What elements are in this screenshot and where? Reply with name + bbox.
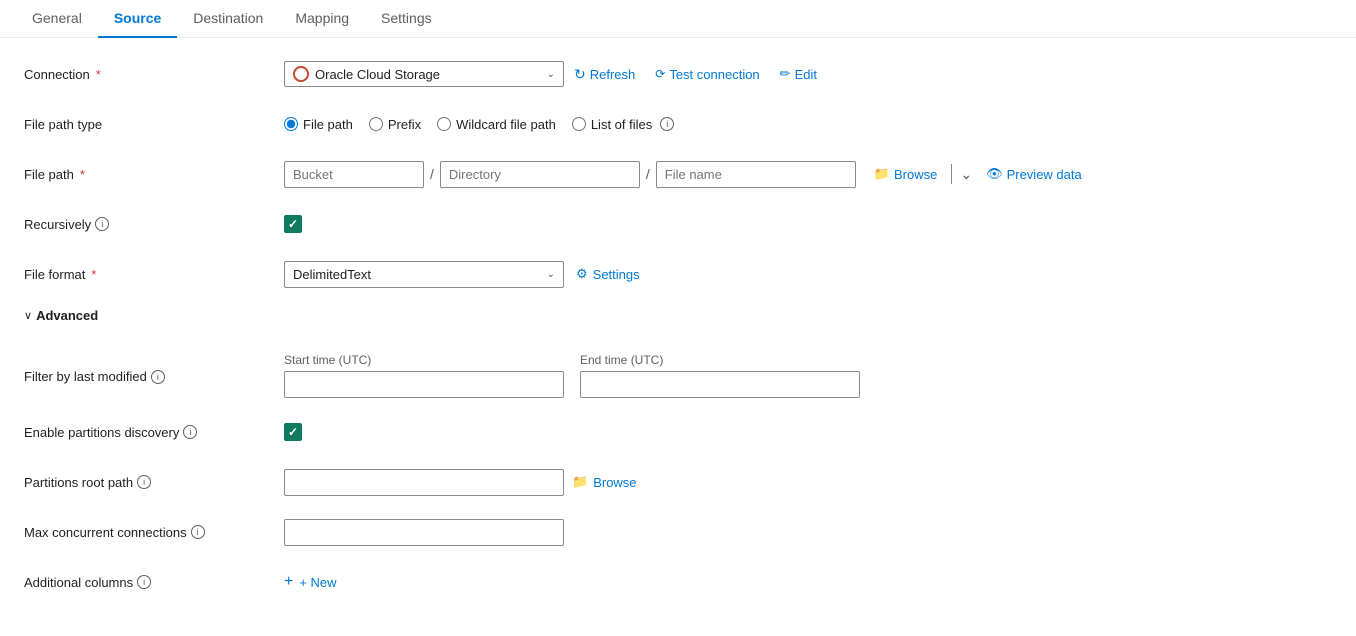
- partitions-info-icon[interactable]: i: [183, 425, 197, 439]
- plus-icon: +: [284, 573, 293, 591]
- partitions-root-path-input[interactable]: [284, 469, 564, 496]
- new-column-button[interactable]: + + New: [284, 573, 337, 591]
- advanced-toggle[interactable]: ∨ Advanced: [24, 308, 1332, 323]
- edit-button[interactable]: ✏ Edit: [770, 62, 827, 86]
- test-icon: ⟳: [655, 67, 665, 81]
- enable-partitions-checkbox[interactable]: [284, 423, 302, 441]
- end-time-input[interactable]: [580, 371, 860, 398]
- tab-source[interactable]: Source: [98, 0, 177, 38]
- filter-info-icon[interactable]: i: [151, 370, 165, 384]
- radio-prefix[interactable]: Prefix: [369, 117, 421, 132]
- partitions-root-path-row: Partitions root path i 📁 Browse: [24, 466, 1332, 498]
- browse-button[interactable]: 📁 Browse: [864, 162, 948, 186]
- refresh-button[interactable]: ↻ Refresh: [564, 62, 645, 87]
- filter-control: Start time (UTC) End time (UTC): [284, 345, 1332, 398]
- advanced-chevron-icon: ∨: [24, 309, 32, 322]
- file-format-control: DelimitedText ⌄ ⚙ Settings: [284, 261, 1332, 288]
- filename-input[interactable]: [656, 161, 856, 188]
- edit-icon: ✏: [780, 66, 791, 82]
- radio-group: File path Prefix Wildcard file path List…: [284, 117, 674, 132]
- additional-columns-info-icon[interactable]: i: [137, 575, 151, 589]
- file-path-type-row: File path type File path Prefix Wildcard…: [24, 108, 1332, 140]
- filter-by-last-modified-row: Filter by last modified i Start time (UT…: [24, 341, 1332, 398]
- recursively-label: Recursively i: [24, 217, 284, 232]
- format-chevron-icon: ⌄: [547, 269, 555, 280]
- start-time-field: Start time (UTC): [284, 353, 564, 398]
- start-time-label: Start time (UTC): [284, 353, 564, 367]
- max-concurrent-row: Max concurrent connections i: [24, 516, 1332, 548]
- refresh-icon: ↻: [574, 66, 586, 83]
- file-format-row: File format * DelimitedText ⌄ ⚙ Settings: [24, 258, 1332, 290]
- bucket-input[interactable]: [284, 161, 424, 188]
- additional-columns-control: + + New: [284, 573, 1332, 591]
- path-sep-2: /: [646, 166, 650, 182]
- partitions-browse-button[interactable]: 📁 Browse: [572, 474, 637, 490]
- connection-dropdown[interactable]: Oracle Cloud Storage ⌄: [284, 61, 564, 87]
- chevron-browse-icon[interactable]: ⌄: [960, 166, 972, 183]
- divider: [951, 164, 952, 184]
- file-path-label: File path *: [24, 167, 284, 182]
- max-concurrent-label: Max concurrent connections i: [24, 525, 284, 540]
- start-time-input[interactable]: [284, 371, 564, 398]
- list-of-files-info-icon[interactable]: i: [660, 117, 674, 131]
- file-path-type-label: File path type: [24, 117, 284, 132]
- enable-partitions-control: [284, 423, 1332, 441]
- file-path-group: / /: [284, 161, 856, 188]
- connection-control: Oracle Cloud Storage ⌄ ↻ Refresh ⟳ Test …: [284, 61, 1332, 87]
- radio-file-path[interactable]: File path: [284, 117, 353, 132]
- settings-icon: ⚙: [576, 266, 588, 282]
- enable-partitions-label: Enable partitions discovery i: [24, 425, 284, 440]
- additional-columns-label: Additional columns i: [24, 575, 284, 590]
- recursively-row: Recursively i: [24, 208, 1332, 240]
- max-concurrent-control: [284, 519, 1332, 546]
- partitions-browse-icon: 📁: [572, 474, 588, 490]
- recursively-control: [284, 215, 1332, 233]
- preview-icon: 👁: [986, 166, 1003, 182]
- tab-bar: General Source Destination Mapping Setti…: [0, 0, 1356, 38]
- radio-wildcard[interactable]: Wildcard file path: [437, 117, 556, 132]
- oracle-icon: [293, 66, 309, 82]
- file-format-dropdown[interactable]: DelimitedText ⌄: [284, 261, 564, 288]
- directory-input[interactable]: [440, 161, 640, 188]
- end-time-field: End time (UTC): [580, 353, 860, 398]
- file-format-label: File format *: [24, 267, 284, 282]
- connection-row: Connection * Oracle Cloud Storage ⌄ ↻ Re…: [24, 58, 1332, 90]
- source-panel: Connection * Oracle Cloud Storage ⌄ ↻ Re…: [0, 38, 1356, 636]
- path-sep-1: /: [430, 166, 434, 182]
- radio-list-of-files[interactable]: List of files i: [572, 117, 674, 132]
- tab-mapping[interactable]: Mapping: [279, 0, 365, 38]
- filter-grid: Start time (UTC) End time (UTC): [284, 353, 860, 398]
- file-path-control: / / 📁 Browse ⌄ 👁 Preview data: [284, 161, 1332, 188]
- filter-by-last-modified-label: Filter by last modified i: [24, 345, 284, 384]
- tab-settings[interactable]: Settings: [365, 0, 448, 38]
- recursively-checkbox[interactable]: [284, 215, 302, 233]
- additional-columns-row: Additional columns i + + New: [24, 566, 1332, 598]
- max-concurrent-input[interactable]: [284, 519, 564, 546]
- recursively-info-icon[interactable]: i: [95, 217, 109, 231]
- partitions-root-path-control: 📁 Browse: [284, 469, 1332, 496]
- end-time-label: End time (UTC): [580, 353, 860, 367]
- partitions-root-path-label: Partitions root path i: [24, 475, 284, 490]
- browse-icon: 📁: [874, 166, 890, 182]
- tab-destination[interactable]: Destination: [177, 0, 279, 38]
- format-settings-button[interactable]: ⚙ Settings: [576, 266, 640, 282]
- test-connection-button[interactable]: ⟳ Test connection: [645, 63, 769, 86]
- preview-data-button[interactable]: 👁 Preview data: [976, 162, 1092, 186]
- root-path-info-icon[interactable]: i: [137, 475, 151, 489]
- file-path-row: File path * / / 📁 Browse ⌄ 👁 Preview dat…: [24, 158, 1332, 190]
- file-path-type-control: File path Prefix Wildcard file path List…: [284, 117, 1332, 132]
- max-concurrent-info-icon[interactable]: i: [191, 525, 205, 539]
- enable-partitions-row: Enable partitions discovery i: [24, 416, 1332, 448]
- connection-label: Connection *: [24, 67, 284, 82]
- tab-general[interactable]: General: [16, 0, 98, 38]
- chevron-down-icon: ⌄: [547, 69, 555, 80]
